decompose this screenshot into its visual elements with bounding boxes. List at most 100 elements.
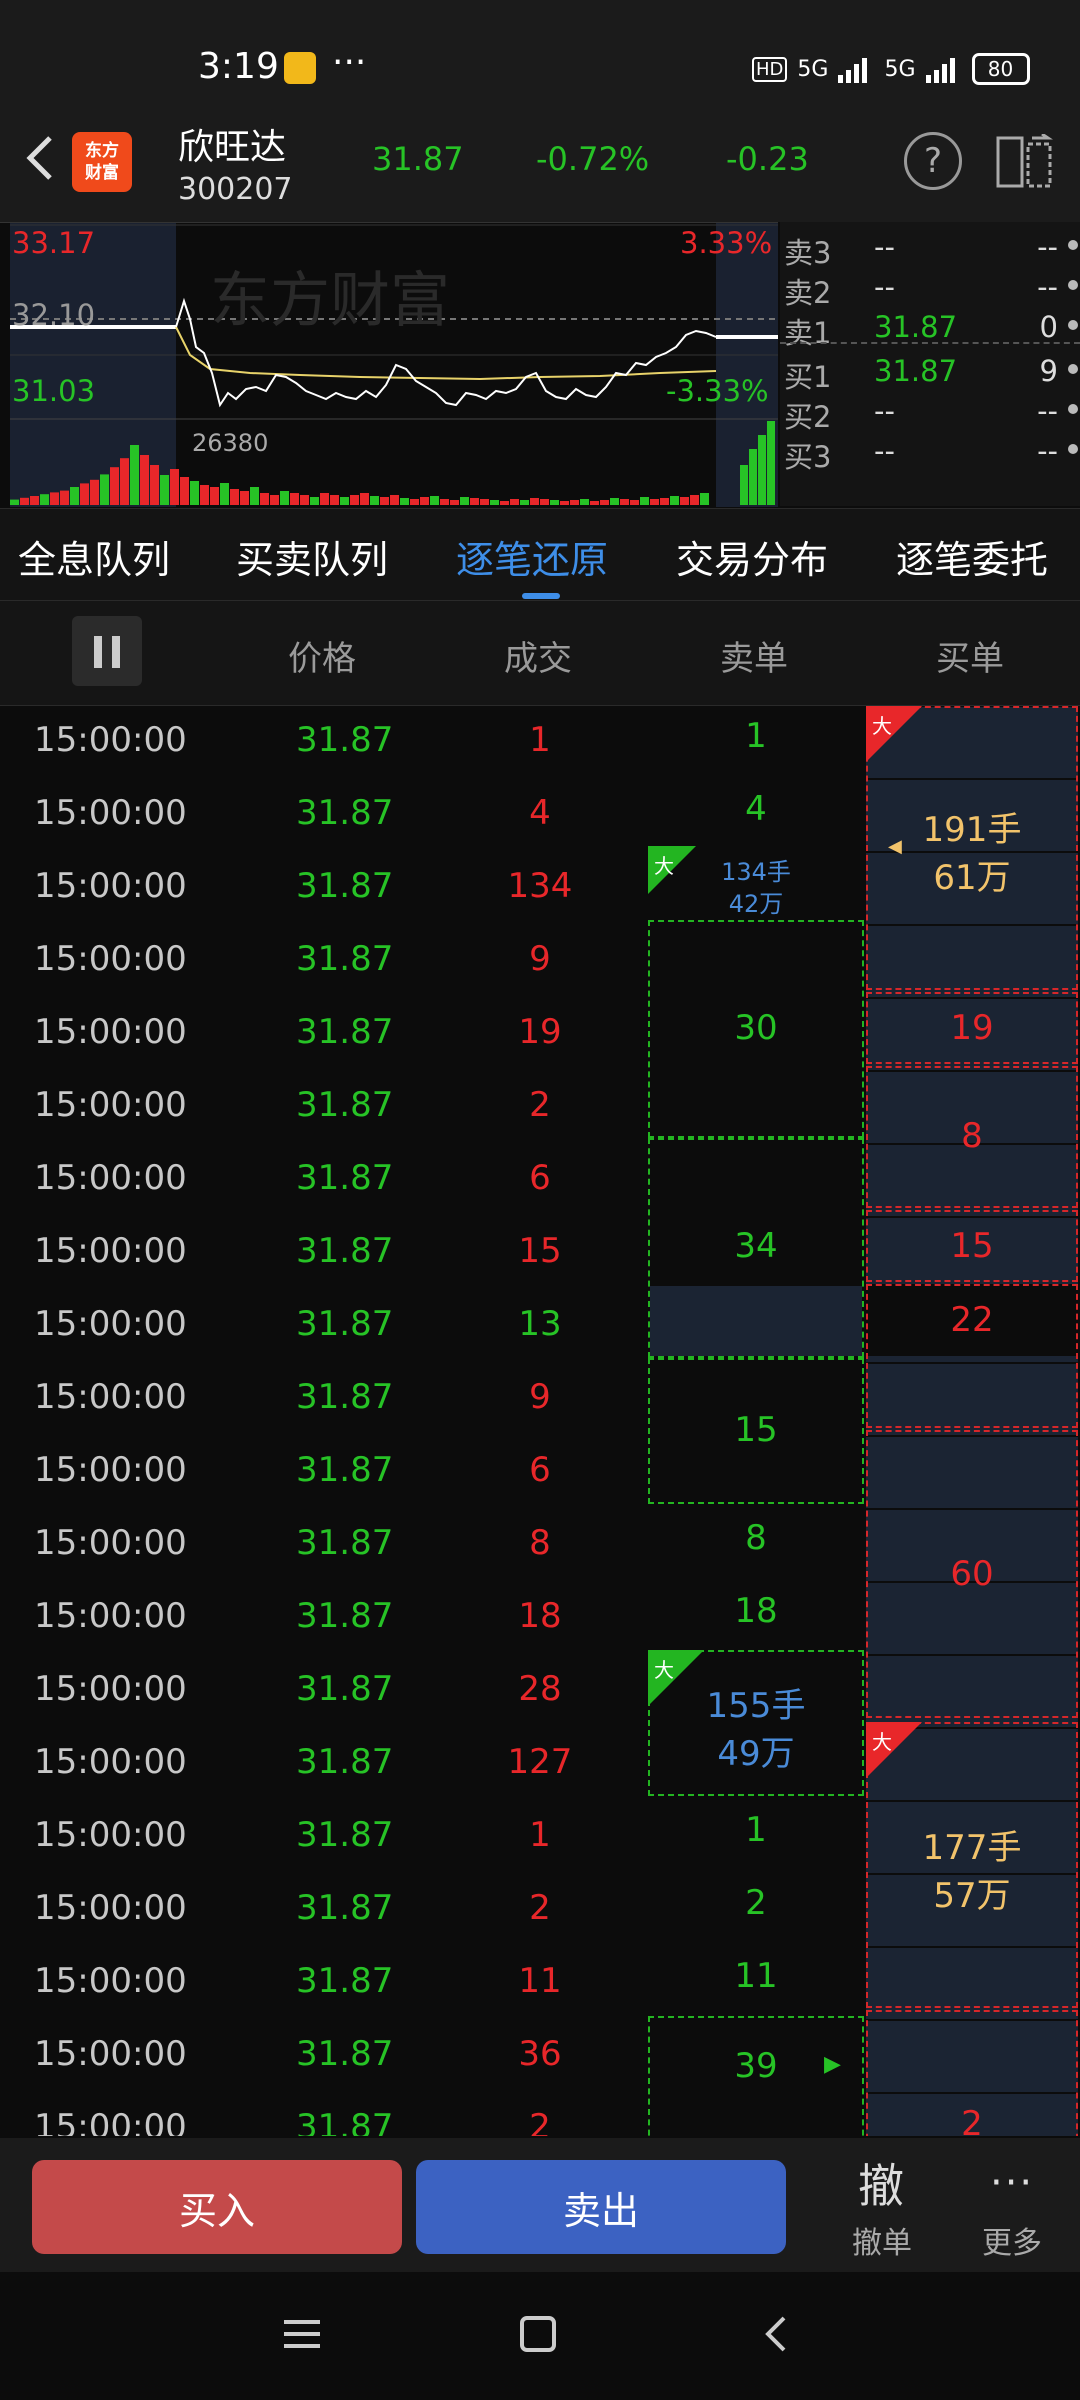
more-icon[interactable]: ··· [990,2160,1034,2206]
row-price: 31.87 [296,1742,394,1782]
table-row: 15:00:00 31.87 134 [0,852,640,925]
volume-bar [270,495,279,505]
order-book-row: 买3 -- -- [780,434,1080,474]
row-volume: 2 [529,1085,551,1125]
chart-mid: 32.10 [12,298,95,332]
home-icon[interactable] [518,2314,558,2354]
row-price: 31.87 [296,1304,394,1344]
chart-watermark: 东方财富 [210,266,450,336]
row-price: 31.87 [296,720,394,760]
row-volume: 1 [529,1815,551,1855]
buy-big-hand: 177手 [922,1828,1022,1868]
volume-bar [160,475,169,505]
volume-bar [330,495,339,505]
menu-icon[interactable] [282,2314,322,2354]
volume-bar [240,491,249,505]
row-volume: 134 [507,866,573,906]
stock-price: 31.87 [372,140,464,178]
order-book-price: -- [874,394,895,428]
volume-bar [520,500,529,505]
order-book-label: 卖3 [784,236,832,270]
cancel-order-label[interactable]: 撤单 [852,2218,912,2262]
order-book-qty: 0 [1039,310,1058,344]
volume-bar [460,497,469,505]
table-row: 15:00:00 31.87 6 [0,1144,640,1217]
order-book-label: 买2 [784,400,832,434]
volume-bar [120,458,129,505]
volume-bar [300,495,309,505]
volume-bar [90,479,99,505]
row-time: 15:00:00 [34,1523,187,1563]
sell-order: 2 [745,1883,767,1923]
volume-bar [370,496,379,505]
volume-bar [310,497,319,505]
intraday-chart[interactable]: 东方财富 33.17 3.33% 32.10 31.03 -3.33% 2638… [0,222,778,507]
big-flag-label: 大 [872,714,892,738]
more-label[interactable]: 更多 [982,2218,1042,2262]
pause-button[interactable] [72,616,142,686]
order-book-price: 31.87 [874,310,958,344]
col-volume: 成交 [504,639,572,679]
tab-buy-sell-queue[interactable]: 买卖队列 [236,529,388,584]
table-row: 15:00:00 31.87 13 [0,1290,640,1363]
row-price: 31.87 [296,1085,394,1125]
col-buy: 买单 [936,639,1004,679]
volume-bar [110,467,119,505]
volume-bar [530,498,539,505]
row-time: 15:00:00 [34,1377,187,1417]
volume-bar [450,500,459,505]
sell-big-amount: 42万 [728,890,784,918]
tab-tick-restore[interactable]: 逐笔还原 [456,529,608,584]
volume-bar [170,469,179,505]
table-row: 15:00:00 31.87 4 [0,779,640,852]
sell-order: 18 [734,1591,778,1631]
back-nav-icon[interactable] [756,2314,796,2354]
sell-highlight [650,1286,862,1356]
volume-bar [430,496,439,505]
row-volume: 6 [529,1158,551,1198]
row-time: 15:00:00 [34,793,187,833]
buy-button[interactable]: 买入 [32,2160,402,2254]
row-time: 15:00:00 [34,1231,187,1271]
back-arrow-icon[interactable] [20,128,60,188]
row-price: 31.87 [296,1669,394,1709]
order-book-label: 买1 [784,360,832,394]
volume-bar [30,496,39,505]
volume-bar [490,500,499,505]
network-5g-label-2: 5G [884,56,916,82]
volume-bar [20,497,29,505]
table-row: 15:00:00 31.87 15 [0,1217,640,1290]
sell-big-hand: 134手 [721,858,791,886]
row-price: 31.87 [296,1377,394,1417]
order-book-divider [780,342,1080,344]
row-volume: 19 [518,1012,562,1052]
logo-text-2: 财富 [85,163,119,183]
pause-icon [94,636,102,668]
row-price: 31.87 [296,1012,394,1052]
volume-bar [620,499,629,505]
volume-bar [60,490,69,505]
chart-low-pct: -3.33% [666,374,769,408]
tab-tick-orders[interactable]: 逐笔委托 [896,529,1048,584]
stock-change: -0.23 [726,140,809,178]
table-row: 15:00:00 31.87 19 [0,998,640,1071]
volume-bar [360,493,369,505]
sell-button[interactable]: 卖出 [416,2160,786,2254]
sell-big-hand: 155手 [706,1686,806,1726]
tab-trade-distribution[interactable]: 交易分布 [676,529,828,584]
volume-bar [600,500,609,505]
volume-bar [690,495,699,505]
help-icon[interactable]: ? [904,132,962,190]
sell-order: 4 [745,789,767,829]
tab-full-queue[interactable]: 全息队列 [18,529,170,584]
volume-bar [480,499,489,505]
cancel-order-icon[interactable]: 撤 [858,2150,904,2216]
volume-bar [550,500,559,505]
volume-bar [340,497,349,505]
volume-bar [740,465,748,505]
volume-bar [290,493,299,505]
tick-table[interactable]: 1 4 大 134手 42万 30 34 15 8 18 大 155手 49万 … [0,706,1080,2136]
switch-view-icon[interactable] [996,134,1054,190]
order-book-row: 卖3 -- -- [780,230,1080,270]
volume-bar [280,491,289,505]
